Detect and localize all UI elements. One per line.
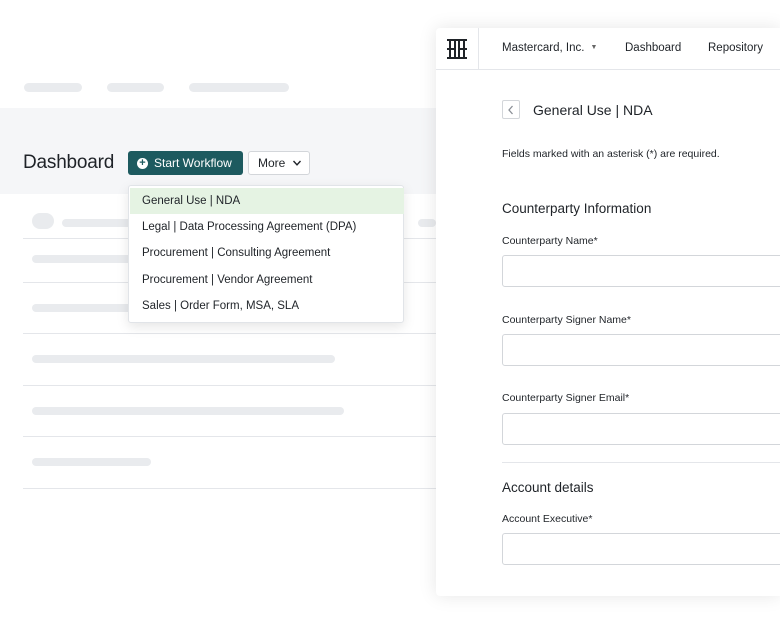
text-placeholder [32, 458, 151, 466]
form-title: General Use | NDA [533, 102, 653, 118]
signer-name-input[interactable] [502, 334, 780, 366]
nav-placeholder [189, 83, 289, 92]
avatar-placeholder [32, 213, 54, 229]
row-divider [23, 436, 436, 437]
nav-repository[interactable]: Repository [708, 42, 763, 54]
text-placeholder [418, 219, 436, 227]
menu-item-legal-dpa[interactable]: Legal | Data Processing Agreement (DPA) [130, 214, 404, 240]
menu-item-sales-order-form[interactable]: Sales | Order Form, MSA, SLA [130, 293, 404, 319]
brand-logo[interactable] [436, 28, 479, 69]
signer-email-input[interactable] [502, 413, 780, 445]
more-button[interactable]: More [248, 151, 310, 175]
chevron-left-icon [508, 105, 513, 114]
panel-top-nav: Mastercard, Inc. ▼ Dashboard Repository [436, 28, 780, 70]
nav-placeholder [24, 83, 82, 92]
dashboard-top-nav [0, 0, 436, 109]
brand-logo-icon [447, 38, 467, 59]
nav-placeholder [107, 83, 164, 92]
text-placeholder [62, 219, 132, 227]
chevron-down-icon [293, 160, 302, 166]
section-divider [502, 462, 780, 463]
workflow-form-panel: Mastercard, Inc. ▼ Dashboard Repository G… [436, 28, 780, 596]
caret-down-icon: ▼ [590, 44, 598, 51]
start-workflow-button[interactable]: + Start Workflow [128, 151, 243, 175]
row-divider [23, 385, 436, 386]
back-button[interactable] [502, 100, 520, 119]
more-label: More [258, 156, 286, 170]
page-title: Dashboard [23, 152, 115, 173]
menu-item-general-use-nda[interactable]: General Use | NDA [130, 188, 404, 214]
account-executive-label: Account Executive* [502, 513, 593, 525]
section-heading-counterparty: Counterparty Information [502, 201, 652, 216]
menu-item-procurement-vendor[interactable]: Procurement | Vendor Agreement [130, 267, 404, 293]
row-divider [23, 488, 436, 489]
section-heading-account: Account details [502, 480, 594, 495]
row-divider [23, 333, 436, 334]
start-workflow-label: Start Workflow [154, 156, 232, 170]
text-placeholder [32, 255, 132, 263]
counterparty-name-input[interactable] [502, 255, 780, 287]
required-fields-note: Fields marked with an asterisk (*) are r… [502, 148, 720, 160]
text-placeholder [32, 407, 344, 415]
company-name: Mastercard, Inc. [502, 42, 585, 54]
menu-item-procurement-consulting[interactable]: Procurement | Consulting Agreement [130, 240, 404, 266]
signer-name-label: Counterparty Signer Name* [502, 314, 631, 326]
plus-circle-icon: + [137, 157, 148, 169]
text-placeholder [32, 355, 335, 363]
account-executive-input[interactable] [502, 533, 780, 565]
workflow-dropdown-menu: General Use | NDA Legal | Data Processin… [128, 185, 404, 323]
text-placeholder [32, 304, 132, 312]
nav-dashboard[interactable]: Dashboard [625, 42, 681, 54]
counterparty-name-label: Counterparty Name* [502, 235, 598, 247]
company-switcher[interactable]: Mastercard, Inc. ▼ [502, 42, 597, 54]
signer-email-label: Counterparty Signer Email* [502, 392, 630, 404]
